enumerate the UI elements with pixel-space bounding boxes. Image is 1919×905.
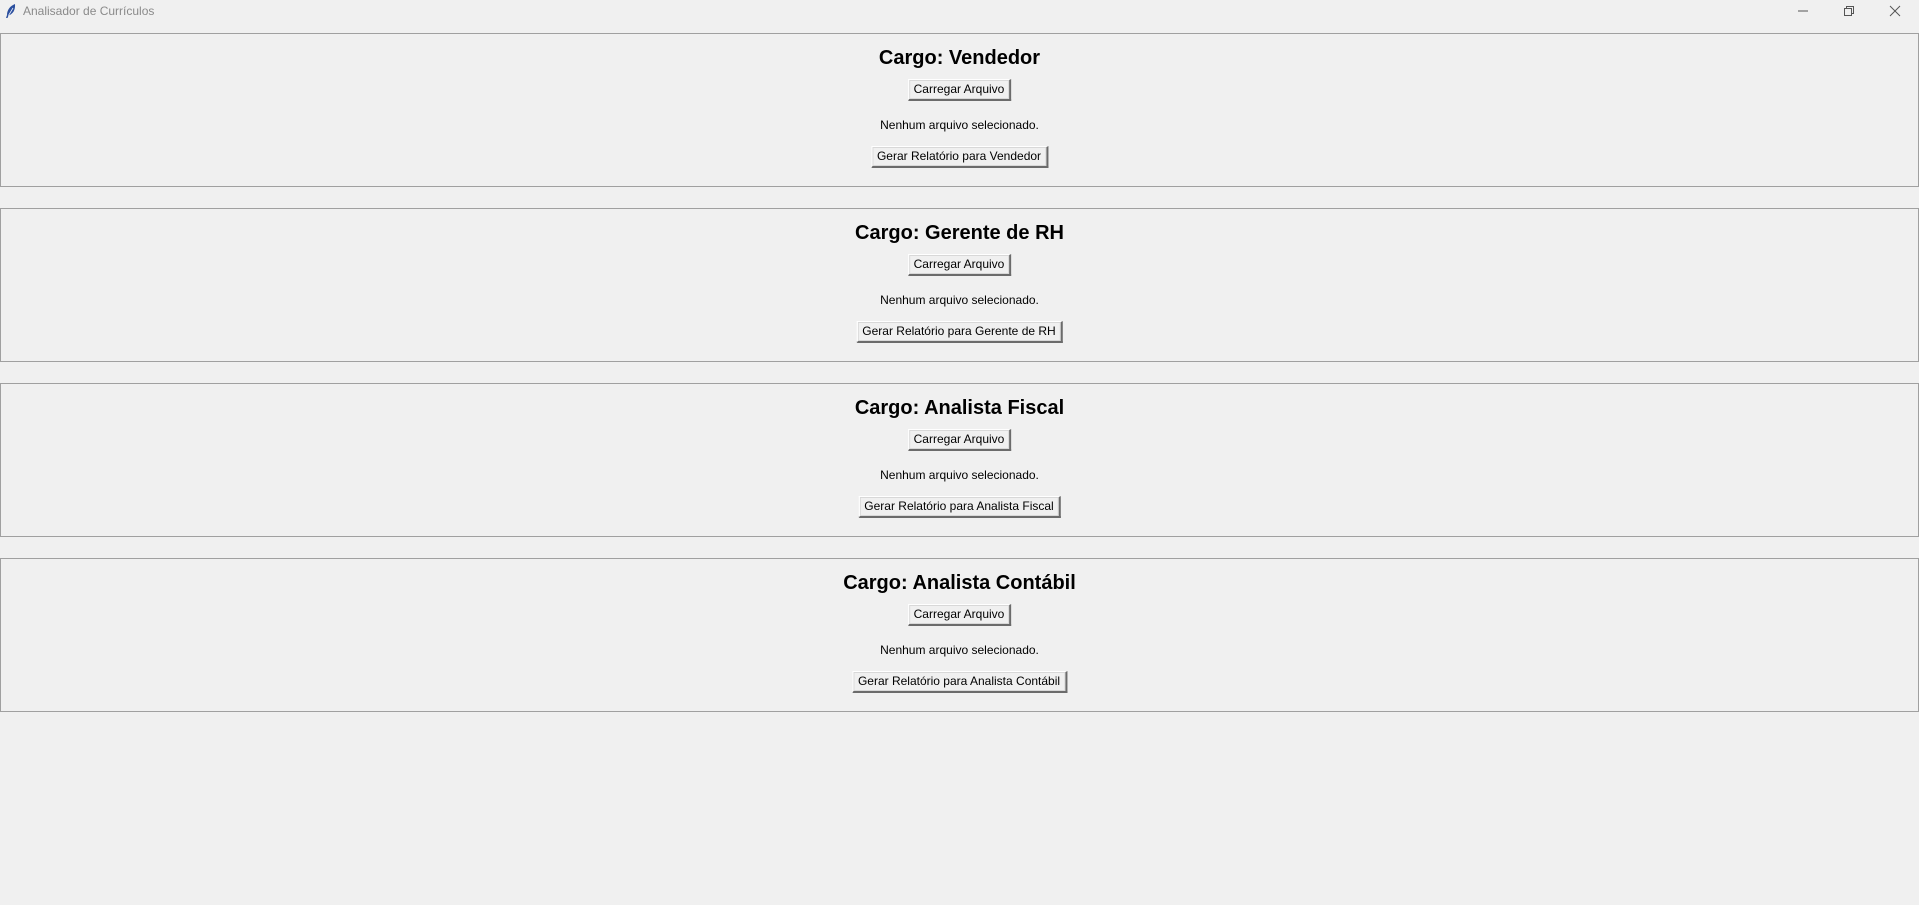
generate-report-button[interactable]: Gerar Relatório para Vendedor — [870, 146, 1049, 168]
file-status-label: Nenhum arquivo selecionado. — [880, 293, 1039, 307]
file-status-label: Nenhum arquivo selecionado. — [880, 468, 1039, 482]
feather-icon — [4, 3, 18, 19]
generate-report-button[interactable]: Gerar Relatório para Gerente de RH — [856, 321, 1063, 343]
close-icon — [1889, 5, 1901, 17]
generate-report-button[interactable]: Gerar Relatório para Analista Fiscal — [858, 496, 1061, 518]
load-file-button[interactable]: Carregar Arquivo — [907, 429, 1012, 451]
minimize-icon — [1798, 10, 1808, 12]
minimize-button[interactable] — [1780, 0, 1826, 22]
file-status-label: Nenhum arquivo selecionado. — [880, 643, 1039, 657]
load-file-button[interactable]: Carregar Arquivo — [907, 254, 1012, 276]
load-file-button[interactable]: Carregar Arquivo — [907, 79, 1012, 101]
section-vendedor: Cargo: Vendedor Carregar Arquivo Nenhum … — [0, 33, 1919, 187]
section-analista-contabil: Cargo: Analista Contábil Carregar Arquiv… — [0, 558, 1919, 712]
close-button[interactable] — [1872, 0, 1918, 22]
section-analista-fiscal: Cargo: Analista Fiscal Carregar Arquivo … — [0, 383, 1919, 537]
load-file-button[interactable]: Carregar Arquivo — [907, 604, 1012, 626]
restore-button[interactable] — [1826, 0, 1872, 22]
section-title: Cargo: Vendedor — [878, 47, 1041, 69]
window-titlebar[interactable]: Analisador de Currículos — [0, 0, 1919, 22]
section-title: Cargo: Gerente de RH — [855, 222, 1064, 244]
restore-icon — [1844, 6, 1854, 16]
file-status-label: Nenhum arquivo selecionado. — [880, 118, 1039, 132]
window-title: Analisador de Currículos — [23, 4, 155, 18]
generate-report-button[interactable]: Gerar Relatório para Analista Contábil — [851, 671, 1068, 693]
section-title: Cargo: Analista Contábil — [843, 572, 1076, 594]
section-title: Cargo: Analista Fiscal — [854, 397, 1065, 419]
section-gerente-rh: Cargo: Gerente de RH Carregar Arquivo Ne… — [0, 208, 1919, 362]
